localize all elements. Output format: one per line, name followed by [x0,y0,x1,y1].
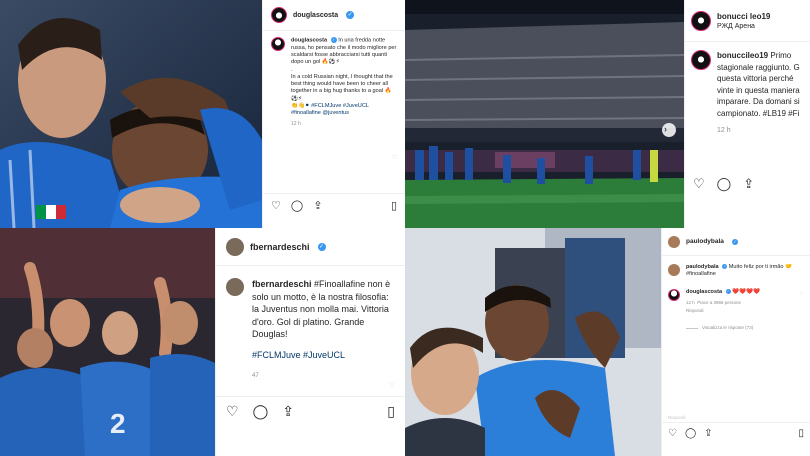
avatar[interactable] [226,237,244,256]
avatar[interactable] [668,264,680,276]
share-icon[interactable]: ⇪ [282,403,294,420]
caption-text: Primo stagionale raggiunto. G questa vit… [717,51,800,118]
avatar[interactable] [226,278,244,296]
post-timestamp: 12 h [291,121,301,128]
caption-username[interactable]: bonuccileo19 [717,51,768,60]
post-header: ⬤ douglascosta ✓ [263,0,405,31]
comment-icon[interactable]: ◯ [291,199,303,212]
heart-icon[interactable]: ♡ [668,428,677,439]
post-header: paulodybala ✓ [662,228,810,256]
verified-icon: ✓ [317,242,326,251]
verified-icon: ✓ [725,288,731,294]
verified-icon: ✓ [722,264,728,270]
caption-username[interactable]: douglascosta [291,37,327,43]
caption: ⬤ bonuccileo19 Primo stagionale raggiunt… [685,42,810,144]
comment-icon[interactable]: ◯ [717,176,732,192]
verified-icon: ✓ [731,238,738,245]
heart-icon[interactable]: ♡ [392,154,397,161]
avatar[interactable]: ⬤ [691,50,711,70]
comment-username[interactable]: paulodybala [686,264,719,270]
verified-icon: ✓ [330,37,337,43]
post-douglascosta: ⬤ douglascosta ✓ ⬤ douglascosta ✓ In una… [0,0,405,228]
username[interactable]: douglascosta [293,12,338,19]
photo-stadium [405,0,684,228]
post-fbernardeschi: 2 fbernardeschi ✓ fbernardeschi #Finoall… [0,228,405,456]
heart-icon[interactable]: ♡ [271,199,281,212]
comment-item: ⬤ douglascosta ✓ ❤️❤️❤️❤️ 12 h Piace a 3… [662,283,810,338]
avatar[interactable]: ⬤ [668,288,680,301]
username[interactable]: bonucci leo19 [717,12,770,21]
heart-icon[interactable]: ♡ [226,403,239,420]
post-header: fbernardeschi ✓ [216,228,405,266]
action-bar: ♡ ◯ ⇪ ▯ [263,193,405,217]
bookmark-icon[interactable]: ▯ [391,199,397,212]
avatar[interactable]: ⬤ [271,7,287,23]
post-timestamp: 47 [252,372,259,379]
comment-icon[interactable]: ◯ [685,428,696,439]
caption-english: In a cold Russian night, I thought that … [291,73,393,102]
photo-players-hugging [0,0,262,228]
post-paulodybala: paulodybala ✓ paulodybala ✓ Muito feliz … [405,228,810,456]
avatar[interactable]: ⬤ [691,10,711,31]
username[interactable]: paulodybala [686,238,724,245]
share-icon[interactable]: ⇪ [313,199,322,212]
bookmark-icon[interactable]: ▯ [387,403,395,420]
photo-team-celebration: 2 [0,228,215,456]
comment-time: 12 h [686,299,695,305]
caption-dot: . [291,66,293,73]
comment-icon[interactable]: ◯ [253,403,269,420]
caption-hashtags[interactable]: #FCLMJuve #JuveUCL [252,349,395,362]
reply-link[interactable]: Rispondi [686,308,794,314]
comment-text: ❤️❤️❤️❤️ [732,288,761,295]
chevron-right-icon[interactable]: › [664,124,667,134]
share-icon[interactable]: ⇪ [743,176,754,192]
caption: fbernardeschi #Finoallafine non è solo u… [216,266,405,392]
post-sidebar: fbernardeschi ✓ fbernardeschi #Finoallaf… [215,228,405,456]
avatar[interactable] [668,235,680,248]
post-image-dybala-douglas-hug[interactable] [0,0,262,228]
post-bonuccileo19: › ⬤ bonucci leo19 РЖД Арена ⬤ bonuccileo… [405,0,810,228]
heart-icon[interactable]: ♡ [693,176,705,192]
caption-username[interactable]: fbernardeschi [252,279,312,289]
comment-username[interactable]: douglascosta [686,289,722,295]
comment-meta: 12 h Piace a 3968 persone Rispondi [686,300,794,314]
post-header: ⬤ bonucci leo19 РЖД Арена [685,0,810,42]
location[interactable]: РЖД Арена [717,23,770,30]
heart-icon[interactable]: ♡ [389,381,395,389]
view-replies-link[interactable]: Visualizza le risposte (73) [686,325,794,331]
post-image-selfie[interactable] [405,228,661,456]
action-bar: ♡ ◯ ⇪ ▯ [662,422,810,444]
heart-icon[interactable]: ♡ [800,291,804,332]
comment-likes[interactable]: Piace a 3968 persone [697,300,741,305]
post-timestamp: 12 h [717,126,731,134]
verified-icon: ✓ [346,11,355,19]
avatar[interactable]: ⬤ [271,37,285,51]
caption-hashtags[interactable]: 👏👋⚫ #FCLMJuve #JuveUCL #finoallafine @ju… [291,103,397,118]
comment-item: paulodybala ✓ Muito feliz por ti irmão 🤝… [662,256,810,283]
action-bar: ♡ ◯ ⇪ ▯ [216,396,405,426]
post-sidebar: paulodybala ✓ paulodybala ✓ Muito feliz … [661,228,810,456]
action-bar: ♡ ◯ ⇪ [685,170,810,198]
post-image-stadium-celebration[interactable]: › [405,0,684,228]
bookmark-icon[interactable]: ▯ [798,428,804,439]
post-sidebar: ⬤ bonucci leo19 РЖД Арена ⬤ bonuccileo19… [684,0,810,228]
reply-link[interactable]: Rispondi [668,415,686,420]
photo-selfie-locker-room [405,228,661,456]
post-image-team-celebration[interactable]: 2 [0,228,215,456]
post-sidebar: ⬤ douglascosta ✓ ⬤ douglascosta ✓ In una… [262,0,405,228]
caption: ⬤ douglascosta ✓ In una fredda notte rus… [263,31,405,134]
share-icon[interactable]: ⇪ [704,428,712,439]
username[interactable]: fbernardeschi [250,242,310,252]
svg-text:2: 2 [110,408,126,439]
